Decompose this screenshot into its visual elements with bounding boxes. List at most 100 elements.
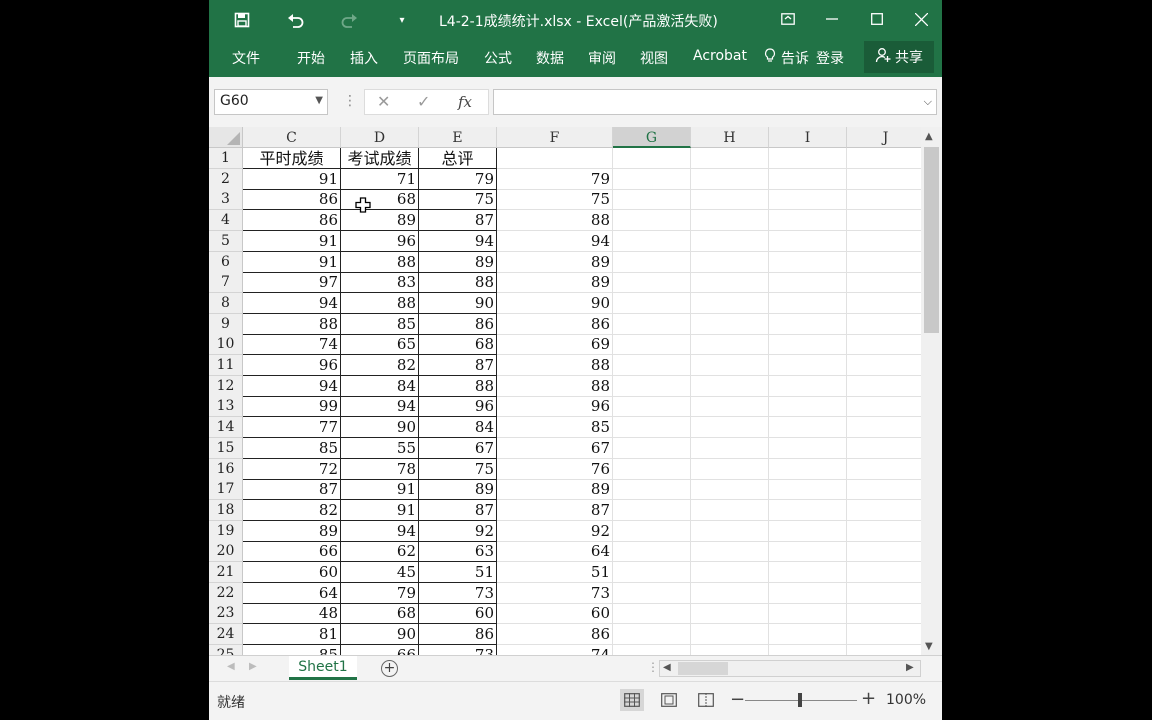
cell-h22[interactable] bbox=[691, 582, 769, 604]
cell-j6[interactable] bbox=[847, 252, 921, 273]
column-header-f[interactable]: F bbox=[497, 127, 613, 148]
row-header[interactable]: 18 bbox=[209, 499, 243, 521]
cell-j4[interactable] bbox=[847, 210, 921, 232]
cell-g8[interactable] bbox=[613, 292, 691, 314]
cell-j11[interactable] bbox=[847, 355, 921, 376]
cell-h23[interactable] bbox=[691, 603, 769, 625]
cell-j3[interactable] bbox=[847, 189, 921, 211]
cell-h20[interactable] bbox=[691, 541, 769, 563]
cell-e9[interactable]: 86 bbox=[419, 313, 497, 335]
cell-e25[interactable]: 73 bbox=[419, 644, 497, 655]
row-header[interactable]: 6 bbox=[209, 251, 243, 273]
row-header[interactable]: 19 bbox=[209, 520, 243, 542]
share-button[interactable]: 共享 bbox=[864, 41, 934, 73]
column-header-i[interactable]: I bbox=[769, 127, 847, 148]
cell-c18[interactable]: 82 bbox=[243, 499, 341, 521]
tab-insert[interactable]: 插入 bbox=[350, 48, 378, 68]
cell-j7[interactable] bbox=[847, 272, 921, 294]
cell-e12[interactable]: 88 bbox=[419, 375, 497, 397]
cell-f21[interactable]: 51 bbox=[497, 562, 613, 583]
cell-c11[interactable]: 96 bbox=[243, 355, 341, 376]
cell-d23[interactable]: 68 bbox=[341, 603, 419, 625]
cell-g14[interactable] bbox=[613, 417, 691, 439]
cell-e15[interactable]: 67 bbox=[419, 437, 497, 459]
cell-h25[interactable] bbox=[691, 644, 769, 655]
cell-i24[interactable] bbox=[769, 624, 847, 646]
splitter-icon[interactable]: ⋮ bbox=[647, 660, 659, 674]
cell-j13[interactable] bbox=[847, 396, 921, 418]
cell-i6[interactable] bbox=[769, 251, 847, 273]
cell-c6[interactable]: 91 bbox=[243, 251, 341, 273]
row-header[interactable]: 15 bbox=[209, 437, 243, 459]
cell-h16[interactable] bbox=[691, 458, 769, 480]
cell-f20[interactable]: 64 bbox=[497, 541, 613, 563]
cell-c25[interactable]: 85 bbox=[243, 644, 341, 655]
cell-f6[interactable]: 89 bbox=[497, 251, 613, 273]
cell-c15[interactable]: 85 bbox=[243, 437, 341, 459]
insert-function-button[interactable]: fx bbox=[458, 93, 472, 111]
undo-icon[interactable] bbox=[284, 8, 308, 32]
zoom-in-button[interactable]: + bbox=[861, 688, 876, 709]
cell-g21[interactable] bbox=[613, 562, 691, 583]
cell-g11[interactable] bbox=[613, 355, 691, 376]
cell-i1[interactable] bbox=[769, 148, 847, 169]
cell-c8[interactable]: 94 bbox=[243, 292, 341, 314]
cell-f11[interactable]: 88 bbox=[497, 355, 613, 376]
cell-d7[interactable]: 83 bbox=[341, 272, 419, 294]
cell-g5[interactable] bbox=[613, 230, 691, 252]
close-button[interactable] bbox=[906, 6, 936, 32]
sheet-tab-sheet1[interactable]: Sheet1 bbox=[289, 656, 357, 680]
chevron-down-icon[interactable]: ⌵ bbox=[924, 95, 932, 109]
cell-e4[interactable]: 87 bbox=[419, 210, 497, 232]
worksheet-grid[interactable]: C D E F G H I J 1 平时成绩 考试成绩 总评 2 91 71 79 79 3 86 68 75 75 4 86… bbox=[209, 127, 921, 655]
cell-j25[interactable] bbox=[847, 645, 921, 655]
cell-c20[interactable]: 66 bbox=[243, 541, 341, 563]
row-header[interactable]: 3 bbox=[209, 189, 243, 211]
cell-e16[interactable]: 75 bbox=[419, 458, 497, 480]
cell-e13[interactable]: 96 bbox=[419, 396, 497, 418]
cell-c23[interactable]: 48 bbox=[243, 603, 341, 625]
cell-g3[interactable] bbox=[613, 189, 691, 211]
cell-f8[interactable]: 90 bbox=[497, 292, 613, 314]
cell-c19[interactable]: 89 bbox=[243, 520, 341, 542]
column-header-c[interactable]: C bbox=[243, 127, 341, 148]
cell-i2[interactable] bbox=[769, 168, 847, 190]
cell-e23[interactable]: 60 bbox=[419, 603, 497, 625]
cell-h18[interactable] bbox=[691, 499, 769, 521]
cell-d10[interactable]: 65 bbox=[341, 334, 419, 356]
cell-c9[interactable]: 88 bbox=[243, 313, 341, 335]
cell-e21[interactable]: 51 bbox=[419, 562, 497, 583]
cell-d19[interactable]: 94 bbox=[341, 520, 419, 542]
row-header[interactable]: 2 bbox=[209, 168, 243, 190]
cell-i8[interactable] bbox=[769, 292, 847, 314]
cell-d6[interactable]: 88 bbox=[341, 251, 419, 273]
cell-g23[interactable] bbox=[613, 603, 691, 625]
minimize-button[interactable] bbox=[817, 6, 847, 32]
cell-f12[interactable]: 88 bbox=[497, 375, 613, 397]
cell-c12[interactable]: 94 bbox=[243, 375, 341, 397]
scroll-right-icon[interactable]: ▶ bbox=[906, 662, 914, 673]
page-break-view-icon[interactable] bbox=[694, 689, 718, 711]
column-header-g[interactable]: G bbox=[613, 127, 691, 148]
cell-j14[interactable] bbox=[847, 417, 921, 439]
cell-h4[interactable] bbox=[691, 210, 769, 232]
cell-e20[interactable]: 63 bbox=[419, 541, 497, 563]
cell-j23[interactable] bbox=[847, 603, 921, 625]
cell-d8[interactable]: 88 bbox=[341, 292, 419, 314]
maximize-button[interactable] bbox=[862, 6, 892, 32]
row-header[interactable]: 22 bbox=[209, 582, 243, 604]
cancel-icon[interactable]: ✕ bbox=[377, 92, 390, 111]
cell-e22[interactable]: 73 bbox=[419, 582, 497, 604]
tell-me-box[interactable]: 告诉 bbox=[781, 48, 809, 68]
cell-j15[interactable] bbox=[847, 438, 921, 459]
cell-g19[interactable] bbox=[613, 520, 691, 542]
cell-i9[interactable] bbox=[769, 313, 847, 335]
cell-e18[interactable]: 87 bbox=[419, 499, 497, 521]
cell-f25[interactable]: 74 bbox=[497, 644, 613, 655]
row-header[interactable]: 1 bbox=[209, 148, 243, 169]
cell-j2[interactable] bbox=[847, 169, 921, 190]
cell-c14[interactable]: 77 bbox=[243, 417, 341, 439]
cell-g7[interactable] bbox=[613, 272, 691, 294]
cell-d25[interactable]: 66 bbox=[341, 644, 419, 655]
cell-g18[interactable] bbox=[613, 499, 691, 521]
